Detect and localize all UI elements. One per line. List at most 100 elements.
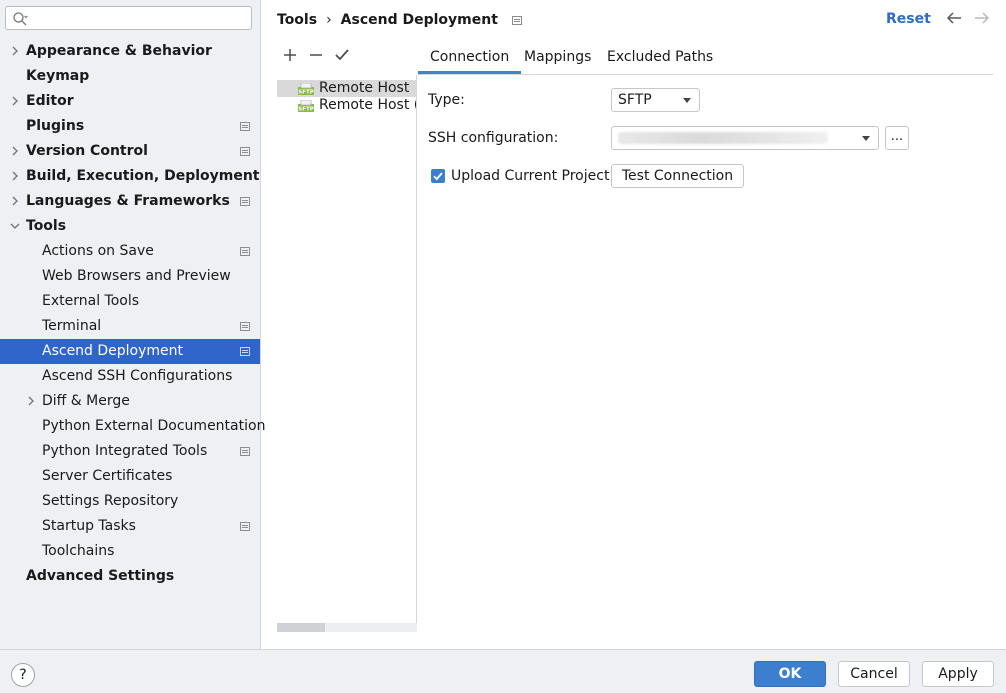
sidebar-item-diff-merge[interactable]: Diff & Merge	[0, 389, 260, 414]
sidebar-item-label: Languages & Frameworks	[26, 193, 230, 209]
chevron-down-icon	[683, 98, 691, 103]
project-level-icon	[511, 15, 522, 25]
help-button[interactable]: ?	[11, 663, 35, 687]
sidebar-item-python-external-documentation[interactable]: Python External Documentation	[0, 414, 265, 439]
sidebar-item-label: Ascend SSH Configurations	[42, 368, 233, 384]
sidebar-item-label: Editor	[26, 93, 74, 109]
chevron-right-icon[interactable]	[9, 89, 21, 114]
project-level-icon	[240, 247, 250, 256]
sftp-server-icon: SFTP	[298, 82, 314, 96]
sidebar-item-label: Ascend Deployment	[42, 343, 184, 359]
project-level-icon	[240, 347, 250, 356]
sidebar-item-label: Settings Repository	[42, 493, 179, 509]
sidebar-item-label: Appearance & Behavior	[26, 43, 212, 59]
browse-ssh-configurations-button[interactable]: ...	[885, 126, 909, 150]
tab-excluded-paths[interactable]: Excluded Paths	[595, 44, 725, 74]
server-list: SFTP Remote Host SFTP Remote Host (7	[277, 75, 417, 632]
project-level-icon	[240, 147, 250, 156]
search-icon	[13, 12, 28, 26]
back-arrow-icon[interactable]	[946, 11, 962, 25]
breadcrumb: Tools › Ascend Deployment	[277, 10, 522, 30]
server-list-item[interactable]: SFTP Remote Host (7	[277, 97, 416, 114]
sidebar-item-label: Keymap	[26, 68, 90, 84]
sidebar-item-label: Server Certificates	[42, 468, 173, 484]
sidebar-item-settings-repository[interactable]: Settings Repository	[0, 489, 260, 514]
chevron-down-icon	[862, 136, 870, 141]
sidebar-item-ascend-deployment[interactable]: Ascend Deployment	[0, 339, 260, 364]
chevron-down-icon[interactable]	[9, 214, 21, 239]
reset-link[interactable]: Reset	[886, 10, 931, 28]
sidebar-item-label: Web Browsers and Preview	[42, 268, 231, 284]
sidebar-item-label: Plugins	[26, 118, 85, 134]
check-icon[interactable]	[331, 44, 353, 66]
sidebar-item-advanced-settings[interactable]: Advanced Settings	[0, 564, 260, 589]
server-list-item-label: Remote Host (7	[319, 97, 416, 113]
sidebar-item-ascend-ssh-configurations[interactable]: Ascend SSH Configurations	[0, 364, 260, 389]
cancel-button[interactable]: Cancel	[838, 661, 910, 687]
sidebar-item-startup-tasks[interactable]: Startup Tasks	[0, 514, 260, 539]
ssh-configuration-value-redacted	[618, 132, 828, 144]
ssh-configuration-select[interactable]	[611, 126, 879, 150]
remove-icon[interactable]	[305, 44, 327, 66]
sidebar-item-label: Startup Tasks	[42, 518, 136, 534]
checkmark-icon	[433, 172, 443, 181]
sidebar-item-label: External Tools	[42, 293, 140, 309]
type-select[interactable]: SFTP	[611, 88, 700, 112]
project-level-icon	[240, 522, 250, 531]
sidebar-item-terminal[interactable]: Terminal	[0, 314, 260, 339]
sidebar-item-editor[interactable]: Editor	[0, 89, 260, 114]
test-connection-button[interactable]: Test Connection	[611, 164, 744, 188]
sidebar-item-actions-on-save[interactable]: Actions on Save	[0, 239, 260, 264]
dialog-footer: ? OK Cancel Apply	[0, 649, 1006, 693]
chevron-right-icon[interactable]	[9, 164, 21, 189]
horizontal-scrollbar[interactable]	[277, 623, 417, 632]
sidebar-item-languages-frameworks[interactable]: Languages & Frameworks	[0, 189, 260, 214]
chevron-right-icon[interactable]	[9, 39, 21, 64]
svg-text:SFTP: SFTP	[298, 107, 314, 113]
sidebar-item-plugins[interactable]: Plugins	[0, 114, 260, 139]
tab-bar: Connection Mappings Excluded Paths	[418, 44, 993, 75]
upload-current-project-label[interactable]: Upload Current Project	[451, 166, 609, 186]
sidebar-item-label: Build, Execution, Deployment	[26, 168, 260, 184]
server-list-item-label: Remote Host	[319, 80, 410, 96]
project-level-icon	[240, 197, 250, 206]
search-input[interactable]	[5, 6, 252, 30]
sidebar-item-appearance-behavior[interactable]: Appearance & Behavior	[0, 39, 260, 64]
sidebar-item-label: Python External Documentation	[42, 418, 266, 434]
type-value: SFTP	[618, 92, 652, 108]
sidebar-item-keymap[interactable]: Keymap	[0, 64, 260, 89]
sidebar-item-version-control[interactable]: Version Control	[0, 139, 260, 164]
ok-button[interactable]: OK	[754, 661, 826, 687]
settings-tree: Appearance & Behavior Keymap Editor Plugins…	[0, 39, 265, 589]
tab-connection[interactable]: Connection	[418, 44, 522, 74]
add-icon[interactable]	[279, 44, 301, 66]
breadcrumb-current: Ascend Deployment	[340, 12, 498, 28]
settings-sidebar: Appearance & Behavior Keymap Editor Plugins…	[0, 0, 265, 649]
sidebar-item-label: Version Control	[26, 143, 148, 159]
svg-text:SFTP: SFTP	[298, 90, 314, 96]
upload-current-project-checkbox[interactable]	[431, 169, 445, 183]
sidebar-item-label: Toolchains	[42, 543, 115, 559]
chevron-right-icon[interactable]	[9, 189, 21, 214]
chevron-right-icon[interactable]	[9, 139, 21, 164]
forward-arrow-icon[interactable]	[974, 11, 990, 25]
project-level-icon	[240, 447, 250, 456]
server-list-item[interactable]: SFTP Remote Host	[277, 80, 416, 97]
tab-mappings[interactable]: Mappings	[512, 44, 603, 74]
sidebar-item-server-certificates[interactable]: Server Certificates	[0, 464, 260, 489]
scrollbar-thumb[interactable]	[277, 623, 325, 632]
ssh-configuration-label: SSH configuration:	[428, 130, 559, 146]
sidebar-item-tools[interactable]: Tools	[0, 214, 260, 239]
sidebar-item-web-browsers-and-preview[interactable]: Web Browsers and Preview	[0, 264, 260, 289]
apply-button[interactable]: Apply	[922, 661, 994, 687]
breadcrumb-root[interactable]: Tools	[277, 11, 317, 29]
sidebar-item-build-execution-deployment[interactable]: Build, Execution, Deployment	[0, 164, 260, 189]
sidebar-item-external-tools[interactable]: External Tools	[0, 289, 260, 314]
sidebar-item-label: Actions on Save	[42, 243, 154, 259]
sidebar-item-toolchains[interactable]: Toolchains	[0, 539, 260, 564]
sidebar-item-label: Advanced Settings	[26, 568, 175, 584]
chevron-right-icon[interactable]	[25, 389, 37, 414]
sidebar-item-label: Tools	[26, 218, 67, 234]
type-label: Type:	[428, 92, 465, 108]
sidebar-item-python-integrated-tools[interactable]: Python Integrated Tools	[0, 439, 260, 464]
